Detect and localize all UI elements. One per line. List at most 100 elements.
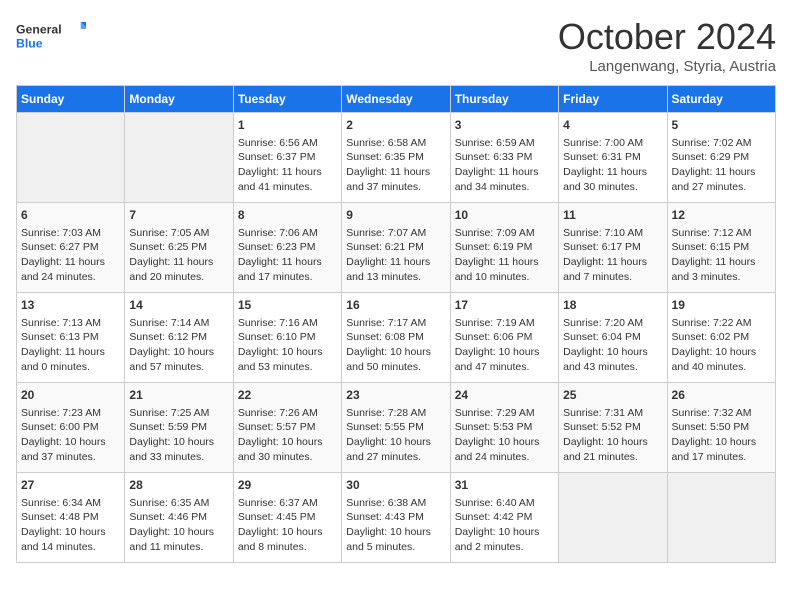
day-number: 10 (455, 207, 554, 224)
day-info: Daylight: 11 hours (238, 165, 337, 180)
day-info: Sunset: 6:33 PM (455, 150, 554, 165)
day-info: Sunset: 6:04 PM (563, 330, 662, 345)
calendar-cell: 8Sunrise: 7:06 AMSunset: 6:23 PMDaylight… (233, 203, 341, 293)
day-info: Sunrise: 7:23 AM (21, 406, 120, 421)
day-info: Sunset: 4:46 PM (129, 510, 228, 525)
weekday-header-wednesday: Wednesday (342, 86, 450, 113)
calendar-cell: 6Sunrise: 7:03 AMSunset: 6:27 PMDaylight… (17, 203, 125, 293)
day-info: Daylight: 11 hours (455, 255, 554, 270)
weekday-header-thursday: Thursday (450, 86, 558, 113)
day-info: Daylight: 10 hours (346, 525, 445, 540)
title-block: October 2024 Langenwang, Styria, Austria (558, 16, 776, 75)
day-info: Sunrise: 7:13 AM (21, 316, 120, 331)
day-info: Sunset: 6:23 PM (238, 240, 337, 255)
calendar-cell: 4Sunrise: 7:00 AMSunset: 6:31 PMDaylight… (559, 113, 667, 203)
day-info: and 57 minutes. (129, 360, 228, 375)
day-info: Daylight: 10 hours (455, 525, 554, 540)
day-info: Sunrise: 7:07 AM (346, 226, 445, 241)
day-info: Sunset: 6:25 PM (129, 240, 228, 255)
calendar-cell (125, 113, 233, 203)
day-number: 27 (21, 477, 120, 494)
day-info: and 34 minutes. (455, 180, 554, 195)
day-info: Daylight: 10 hours (455, 435, 554, 450)
day-info: Sunrise: 7:32 AM (672, 406, 771, 421)
weekday-header-row: SundayMondayTuesdayWednesdayThursdayFrid… (17, 86, 776, 113)
day-info: Sunrise: 7:25 AM (129, 406, 228, 421)
weekday-header-saturday: Saturday (667, 86, 775, 113)
logo-svg: General Blue (16, 16, 86, 56)
calendar-cell: 9Sunrise: 7:07 AMSunset: 6:21 PMDaylight… (342, 203, 450, 293)
day-info: Sunrise: 7:02 AM (672, 136, 771, 151)
weekday-header-sunday: Sunday (17, 86, 125, 113)
calendar-cell: 28Sunrise: 6:35 AMSunset: 4:46 PMDayligh… (125, 473, 233, 563)
calendar-cell (17, 113, 125, 203)
day-info: and 47 minutes. (455, 360, 554, 375)
day-info: Daylight: 10 hours (21, 435, 120, 450)
calendar-cell: 3Sunrise: 6:59 AMSunset: 6:33 PMDaylight… (450, 113, 558, 203)
day-info: Sunrise: 7:14 AM (129, 316, 228, 331)
day-info: Sunrise: 7:22 AM (672, 316, 771, 331)
day-info: and 24 minutes. (21, 270, 120, 285)
day-number: 14 (129, 297, 228, 314)
week-row-2: 6Sunrise: 7:03 AMSunset: 6:27 PMDaylight… (17, 203, 776, 293)
day-number: 5 (672, 117, 771, 134)
day-info: Daylight: 10 hours (238, 435, 337, 450)
day-info: and 14 minutes. (21, 540, 120, 555)
day-info: Sunrise: 6:34 AM (21, 496, 120, 511)
calendar-cell: 26Sunrise: 7:32 AMSunset: 5:50 PMDayligh… (667, 383, 775, 473)
day-info: and 24 minutes. (455, 450, 554, 465)
calendar-cell: 31Sunrise: 6:40 AMSunset: 4:42 PMDayligh… (450, 473, 558, 563)
day-info: Sunrise: 7:28 AM (346, 406, 445, 421)
day-number: 13 (21, 297, 120, 314)
day-info: Sunset: 6:21 PM (346, 240, 445, 255)
day-number: 1 (238, 117, 337, 134)
calendar-cell (559, 473, 667, 563)
day-info: Sunset: 5:50 PM (672, 420, 771, 435)
day-info: Daylight: 11 hours (346, 255, 445, 270)
day-info: Sunrise: 7:09 AM (455, 226, 554, 241)
day-info: and 33 minutes. (129, 450, 228, 465)
day-info: Sunrise: 6:58 AM (346, 136, 445, 151)
day-info: Sunset: 5:57 PM (238, 420, 337, 435)
calendar-cell: 16Sunrise: 7:17 AMSunset: 6:08 PMDayligh… (342, 293, 450, 383)
day-number: 21 (129, 387, 228, 404)
calendar-cell: 17Sunrise: 7:19 AMSunset: 6:06 PMDayligh… (450, 293, 558, 383)
calendar-cell: 22Sunrise: 7:26 AMSunset: 5:57 PMDayligh… (233, 383, 341, 473)
day-info: and 27 minutes. (346, 450, 445, 465)
day-info: Daylight: 10 hours (563, 435, 662, 450)
day-info: Sunset: 6:17 PM (563, 240, 662, 255)
svg-text:Blue: Blue (16, 36, 43, 50)
day-info: and 8 minutes. (238, 540, 337, 555)
day-info: Daylight: 10 hours (238, 525, 337, 540)
day-info: Sunrise: 7:10 AM (563, 226, 662, 241)
day-number: 19 (672, 297, 771, 314)
calendar-cell: 18Sunrise: 7:20 AMSunset: 6:04 PMDayligh… (559, 293, 667, 383)
day-info: and 37 minutes. (21, 450, 120, 465)
day-info: Sunset: 6:29 PM (672, 150, 771, 165)
page-header: General Blue October 2024 Langenwang, St… (16, 16, 776, 75)
day-info: Sunset: 5:53 PM (455, 420, 554, 435)
day-info: Sunset: 6:00 PM (21, 420, 120, 435)
day-info: Daylight: 10 hours (129, 525, 228, 540)
day-info: Sunrise: 7:31 AM (563, 406, 662, 421)
day-info: Sunset: 4:45 PM (238, 510, 337, 525)
day-info: and 43 minutes. (563, 360, 662, 375)
day-number: 31 (455, 477, 554, 494)
day-info: Sunrise: 7:19 AM (455, 316, 554, 331)
day-info: Sunrise: 7:29 AM (455, 406, 554, 421)
day-info: Sunset: 6:35 PM (346, 150, 445, 165)
day-info: and 13 minutes. (346, 270, 445, 285)
day-info: Sunrise: 7:16 AM (238, 316, 337, 331)
day-info: Sunset: 6:15 PM (672, 240, 771, 255)
day-info: Daylight: 10 hours (346, 345, 445, 360)
calendar-cell: 25Sunrise: 7:31 AMSunset: 5:52 PMDayligh… (559, 383, 667, 473)
day-info: and 21 minutes. (563, 450, 662, 465)
day-number: 12 (672, 207, 771, 224)
calendar-cell: 23Sunrise: 7:28 AMSunset: 5:55 PMDayligh… (342, 383, 450, 473)
week-row-5: 27Sunrise: 6:34 AMSunset: 4:48 PMDayligh… (17, 473, 776, 563)
calendar-cell: 29Sunrise: 6:37 AMSunset: 4:45 PMDayligh… (233, 473, 341, 563)
day-info: and 27 minutes. (672, 180, 771, 195)
calendar-cell: 11Sunrise: 7:10 AMSunset: 6:17 PMDayligh… (559, 203, 667, 293)
calendar-table: SundayMondayTuesdayWednesdayThursdayFrid… (16, 85, 776, 563)
logo: General Blue (16, 16, 86, 56)
